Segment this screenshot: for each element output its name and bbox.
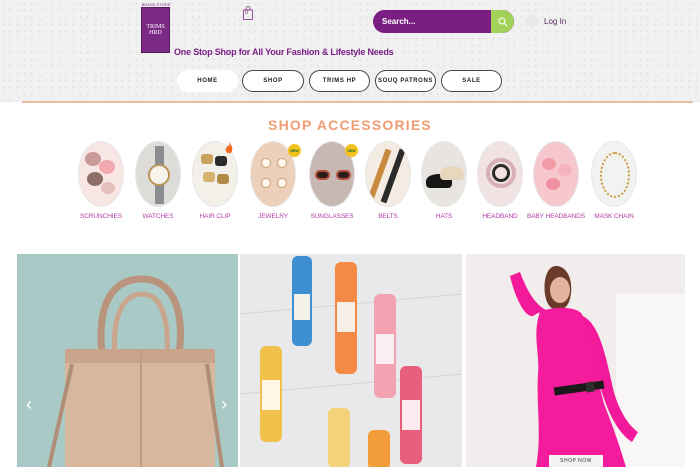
watch-image (135, 141, 181, 207)
hat-image (421, 141, 467, 207)
banner-handbag[interactable] (17, 254, 238, 467)
banner-next-arrow[interactable]: › (219, 393, 229, 415)
category-label: HATS (435, 213, 453, 220)
login-label: Log In (544, 16, 567, 26)
nav-shop-label: SHOP (263, 78, 283, 84)
search-input[interactable] (373, 10, 491, 33)
pink-dress-image (466, 254, 685, 467)
category-label: BELTS (378, 213, 398, 220)
body-care-image (240, 254, 462, 467)
header-divider (22, 101, 693, 103)
nav-trims-hp[interactable]: TRIMS HP (309, 70, 370, 92)
category-label: MASK CHAIN (594, 213, 634, 220)
category-label: WATCHES (142, 213, 174, 220)
nav-sale-label: SALE (462, 78, 481, 84)
category-label: HEADBAND (482, 213, 518, 220)
category-hats[interactable]: HATS (414, 141, 474, 220)
belt-image (365, 141, 411, 207)
headband-image (477, 141, 523, 207)
mask-chain-image (591, 141, 637, 207)
scrunchies-image (78, 141, 124, 207)
user-avatar-icon (526, 15, 538, 27)
logo-line-2: HRD (149, 30, 162, 36)
category-label: JEWELRY (258, 213, 288, 220)
fire-icon (225, 141, 233, 154)
category-label: BABY HEADBANDS (526, 213, 586, 220)
new-badge: NEW (288, 144, 301, 157)
category-label: SUNGLASSES (310, 213, 354, 220)
brand-tagline: One Stop Shop for All Your Fashion & Lif… (174, 47, 394, 57)
category-headband[interactable]: HEADBAND (470, 141, 530, 220)
login-link[interactable]: Log In (526, 15, 566, 27)
category-mask-chain[interactable]: MASK CHAIN (584, 141, 644, 220)
section-title: SHOP ACCESSORIES (268, 117, 432, 133)
baby-headband-image (533, 141, 579, 207)
banner-body-care[interactable] (240, 254, 462, 467)
banner-pink-dress[interactable] (466, 254, 685, 467)
search-button[interactable] (491, 10, 514, 33)
category-scrunchies[interactable]: SCRUNCHIES (71, 141, 131, 220)
category-belts[interactable]: BELTS (358, 141, 418, 220)
search-icon (497, 16, 507, 26)
nav-souq-patrons-label: SOUQ PATRONS (378, 78, 433, 84)
nav-home-label: HOME (197, 78, 218, 84)
category-hair-clip[interactable]: HAIR CLIP (185, 141, 245, 220)
category-label: SCRUNCHIES (80, 213, 122, 220)
nav-home[interactable]: HOME (177, 70, 238, 92)
shop-now-button[interactable]: SHOP NOW (549, 455, 603, 467)
category-watches[interactable]: WATCHES (128, 141, 188, 220)
nav-trims-hp-label: TRIMS HP (322, 78, 357, 84)
brand-logo[interactable]: TRIMS HRD (141, 7, 170, 53)
category-label: HAIR CLIP (199, 213, 231, 220)
banner-prev-arrow[interactable]: ‹ (24, 393, 34, 415)
handbag-image (47, 275, 224, 467)
cart-count: 0 (245, 10, 249, 16)
new-badge: NEW (345, 144, 358, 157)
category-baby-headbands[interactable]: BABY HEADBANDS (526, 141, 586, 220)
nav-sale[interactable]: SALE (441, 70, 502, 92)
search-bar (373, 10, 514, 33)
nav-souq-patrons[interactable]: SOUQ PATRONS (375, 70, 436, 92)
nav-shop[interactable]: SHOP (242, 70, 304, 92)
